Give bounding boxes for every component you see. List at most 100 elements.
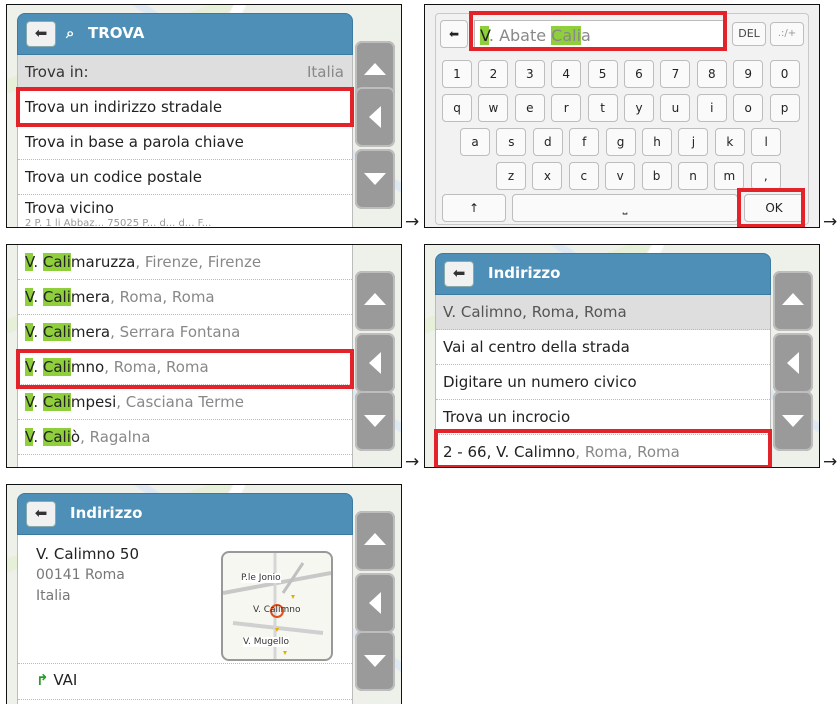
scroll-down-button[interactable] bbox=[355, 149, 395, 209]
key-row2-1[interactable]: w bbox=[478, 94, 509, 122]
back-side-button[interactable] bbox=[773, 333, 813, 393]
menu-item-codice-postale[interactable]: Trova un codice postale bbox=[18, 160, 352, 195]
key-row4-6[interactable]: m bbox=[714, 162, 745, 190]
option-centro-strada[interactable]: Vai al centro della strada bbox=[436, 330, 770, 365]
back-side-button[interactable] bbox=[355, 573, 395, 633]
go-arrow-icon: ↱ bbox=[36, 671, 49, 689]
chevron-down-icon bbox=[364, 655, 386, 667]
key-row2-5[interactable]: y bbox=[624, 94, 654, 122]
key-row4-2[interactable]: c bbox=[568, 162, 599, 190]
key-row1-5[interactable]: 6 bbox=[624, 60, 654, 88]
delete-key[interactable]: DEL bbox=[732, 22, 766, 46]
result-text-hl_b: Cali bbox=[42, 393, 71, 411]
result-row[interactable]: V. Calimaruzza, Firenze, Firenze bbox=[18, 245, 352, 280]
key-row3-1[interactable]: s bbox=[496, 128, 527, 156]
key-row1-0[interactable]: 1 bbox=[442, 60, 472, 88]
back-side-button[interactable] bbox=[355, 333, 395, 393]
menu-item-parola-chiave[interactable]: Trova in base a parola chiave bbox=[18, 125, 352, 160]
result-text-place: , Casciana Terme bbox=[116, 393, 244, 411]
back-button[interactable]: ⬅ bbox=[440, 20, 468, 48]
result-text-hl_b: Cali bbox=[42, 288, 71, 306]
result-row[interactable]: V. Calimpesi, Casciana Terme bbox=[18, 385, 352, 420]
result-row-partial bbox=[18, 455, 352, 467]
key-row2-7[interactable]: i bbox=[696, 94, 727, 122]
trova-vicino-sub: 2 P. 1 li Abbaz... 75025 P... d... d... … bbox=[25, 218, 212, 228]
back-button[interactable]: ⬅ bbox=[26, 21, 56, 47]
flow-arrow-icon: → bbox=[405, 452, 420, 472]
key-row3-5[interactable]: h bbox=[642, 128, 672, 156]
annotation-highlight bbox=[16, 87, 354, 127]
space-key[interactable]: ⎵ bbox=[512, 194, 738, 222]
result-row[interactable]: V. Caliò, Ragalna bbox=[18, 420, 352, 455]
panel-indirizzo-options: ⬅ Indirizzo V. Calimno, Roma, Roma Vai a… bbox=[424, 244, 820, 468]
header-title: Indirizzo bbox=[488, 264, 561, 282]
menu-item-trova-vicino[interactable]: Trova vicino 2 P. 1 li Abbaz... 75025 P.… bbox=[18, 195, 352, 228]
key-row4-7[interactable]: , bbox=[750, 162, 781, 190]
scroll-down-button[interactable] bbox=[355, 391, 395, 451]
key-row2-6[interactable]: u bbox=[660, 94, 691, 122]
key-row1-4[interactable]: 5 bbox=[587, 60, 618, 88]
key-row2-3[interactable]: r bbox=[551, 94, 582, 122]
back-button[interactable]: ⬅ bbox=[26, 501, 56, 527]
back-arrow-icon: ⬅ bbox=[34, 504, 48, 522]
back-arrow-icon: ⬅ bbox=[448, 27, 460, 41]
key-row4-5[interactable]: n bbox=[678, 162, 708, 190]
result-row[interactable]: V. Calimera, Roma, Roma bbox=[18, 280, 352, 315]
scroll-down-button[interactable] bbox=[773, 391, 813, 451]
key-row2-0[interactable]: q bbox=[442, 94, 472, 122]
key-row3-8[interactable]: l bbox=[751, 128, 782, 156]
key-row1-6[interactable]: 7 bbox=[660, 60, 691, 88]
key-row4-4[interactable]: b bbox=[641, 162, 672, 190]
shift-key[interactable]: ↑ bbox=[442, 194, 506, 222]
key-row3-4[interactable]: g bbox=[605, 128, 636, 156]
result-text-rest: mera bbox=[70, 323, 111, 341]
scroll-up-button[interactable] bbox=[355, 511, 395, 571]
key-row2-2[interactable]: e bbox=[514, 94, 545, 122]
country: Italia bbox=[36, 588, 71, 604]
address-row: V. Calimno, Roma, Roma bbox=[436, 295, 770, 330]
street-address: V. Calimno 50 bbox=[36, 545, 140, 563]
key-row3-3[interactable]: f bbox=[569, 128, 600, 156]
scroll-up-button[interactable] bbox=[355, 271, 395, 331]
go-label: VAI bbox=[53, 671, 78, 689]
map-preview[interactable]: P.le Jonio V. Calimno V. Mugello bbox=[221, 551, 333, 661]
option-numero-civico[interactable]: Digitare un numero civico bbox=[436, 365, 770, 400]
key-row4-3[interactable]: v bbox=[605, 162, 636, 190]
back-arrow-icon: ⬅ bbox=[452, 264, 466, 282]
key-row3-6[interactable]: j bbox=[678, 128, 709, 156]
key-row1-2[interactable]: 3 bbox=[514, 60, 545, 88]
key-row1-7[interactable]: 8 bbox=[696, 60, 727, 88]
scroll-up-button[interactable] bbox=[773, 271, 813, 331]
key-row4-0[interactable]: z bbox=[496, 162, 526, 190]
result-text-rest: mpesi bbox=[70, 393, 117, 411]
annotation-highlight bbox=[16, 349, 354, 389]
key-row2-4[interactable]: t bbox=[587, 94, 618, 122]
key-row2-9[interactable]: p bbox=[769, 94, 800, 122]
key-row3-7[interactable]: k bbox=[714, 128, 745, 156]
annotation-highlight bbox=[737, 188, 805, 227]
chevron-up-icon bbox=[364, 533, 386, 545]
map-label: V. Calimno bbox=[253, 605, 301, 615]
panel-trova-menu: ⬅ ⌕ TROVA Trova in: Italia Trova un indi… bbox=[6, 4, 402, 228]
map-label: V. Mugello bbox=[243, 637, 289, 647]
key-row3-2[interactable]: d bbox=[532, 128, 563, 156]
key-row4-1[interactable]: x bbox=[532, 162, 563, 190]
flow-arrow-icon: → bbox=[405, 212, 420, 232]
key-row1-8[interactable]: 9 bbox=[733, 60, 764, 88]
trova-in-row[interactable]: Trova in: Italia bbox=[18, 55, 352, 90]
header-bar: ⬅ ⌕ TROVA bbox=[17, 13, 353, 55]
result-text-hl_b: Cali bbox=[42, 323, 71, 341]
key-row1-3[interactable]: 4 bbox=[551, 60, 582, 88]
key-row2-8[interactable]: o bbox=[733, 94, 764, 122]
header-title: TROVA bbox=[88, 24, 145, 42]
scroll-down-button[interactable] bbox=[355, 631, 395, 691]
result-row[interactable]: V. Calimera, Serrara Fontana bbox=[18, 315, 352, 350]
key-row1-1[interactable]: 2 bbox=[478, 60, 509, 88]
back-button[interactable]: ⬅ bbox=[444, 261, 474, 287]
key-row1-9[interactable]: 0 bbox=[769, 60, 800, 88]
trova-vicino-label: Trova vicino bbox=[25, 199, 114, 217]
symbols-key[interactable]: .:/+ bbox=[770, 22, 804, 46]
back-side-button[interactable] bbox=[355, 87, 395, 147]
key-row3-0[interactable]: a bbox=[460, 128, 490, 156]
go-button[interactable]: ↱ VAI bbox=[36, 671, 77, 689]
